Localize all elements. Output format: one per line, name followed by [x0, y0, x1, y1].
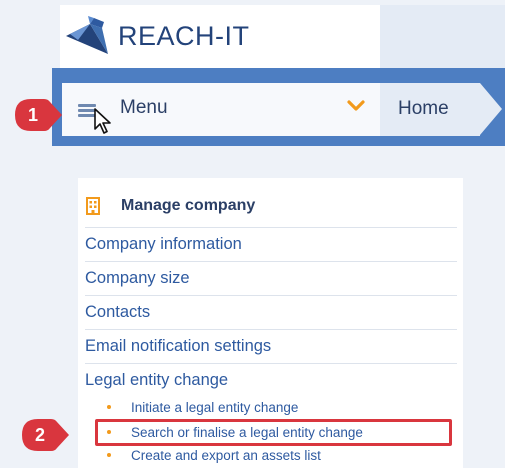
reach-it-logo-icon [66, 15, 108, 54]
breadcrumb-home-label[interactable]: Home [398, 98, 449, 120]
nav-item-legal-entity-change[interactable]: Legal entity change [85, 363, 457, 397]
bullet-dot [107, 453, 111, 457]
header-logo-area: REACH-IT [60, 5, 380, 68]
nav-item-company-size[interactable]: Company size [85, 261, 457, 295]
nav-item-contacts[interactable]: Contacts [85, 295, 457, 329]
highlight-box [95, 419, 452, 446]
bullet-dot [107, 405, 111, 409]
step-badge-1: 1 [14, 98, 64, 132]
nav-item-company-information[interactable]: Company information [85, 227, 457, 261]
nav-item-label: Contacts [85, 303, 151, 321]
nav-item-label: Email notification settings [85, 337, 272, 355]
step-badge-1-number: 1 [27, 104, 38, 125]
nav-item-label: Company information [85, 235, 242, 253]
sub-item-label: Initiate a legal entity change [131, 399, 299, 415]
nav-item-email-notification-settings[interactable]: Email notification settings [85, 329, 457, 363]
panel-header: Manage company [78, 186, 463, 228]
chevron-down-icon[interactable] [346, 99, 366, 113]
building-icon [86, 197, 100, 215]
sub-item-initiate-legal-entity-change[interactable]: Initiate a legal entity change [78, 397, 298, 417]
breadcrumb-arrow [480, 83, 502, 135]
app-name: REACH-IT [118, 21, 250, 51]
menu-label: Menu [120, 97, 168, 118]
step-badge-2: 2 [21, 418, 71, 452]
step-badge-2-number: 2 [34, 424, 45, 445]
page: REACH-IT Menu Home 1 Manage company Comp… [0, 0, 505, 468]
header-right-area [380, 5, 505, 68]
mouse-cursor-icon [94, 108, 111, 134]
sub-item-create-export-assets-list[interactable]: Create and export an assets list [78, 445, 321, 465]
nav-item-label: Legal entity change [85, 371, 229, 389]
nav-item-label: Company size [85, 269, 190, 287]
sub-item-label: Create and export an assets list [131, 447, 321, 463]
panel-title: Manage company [121, 197, 256, 214]
